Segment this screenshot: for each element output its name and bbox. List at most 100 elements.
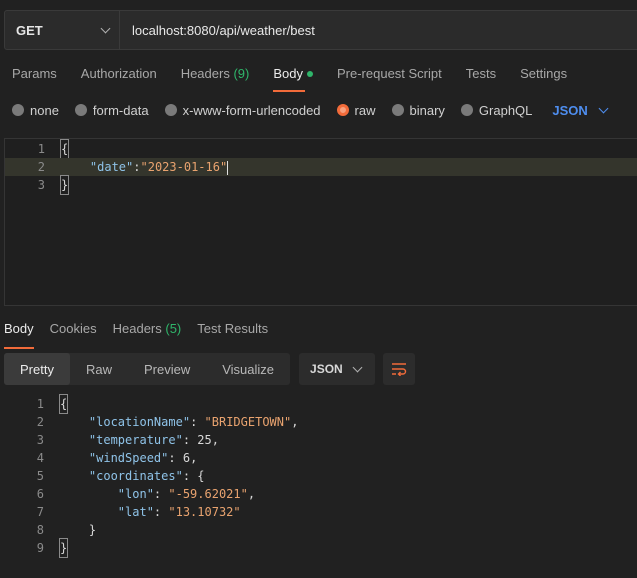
radio-x-www-form-urlencoded[interactable]: x-www-form-urlencoded (164, 102, 321, 118)
json-key: "lon" (117, 487, 154, 501)
body-format-label: JSON (552, 102, 588, 118)
line-number: 9 (36, 541, 44, 555)
line-number: 6 (36, 487, 44, 501)
method-label: GET (16, 22, 43, 38)
radio-label: x-www-form-urlencoded (182, 102, 321, 118)
tab-label: Headers (112, 321, 162, 336)
json-key: "locationName" (88, 415, 191, 429)
tab-label: Headers (180, 66, 230, 81)
code-text: "temperature": 25, (88, 433, 219, 447)
request-body-editor[interactable]: 1 { 2 "date":"2023-01-16" 3 } (4, 138, 637, 306)
tab-label: Body (4, 321, 34, 336)
chevron-down-icon (100, 23, 111, 33)
json-value: "BRIDGETOWN" (204, 415, 292, 429)
radio-selected-icon (336, 104, 349, 116)
code-text: "coordinates": { (88, 469, 205, 483)
json-key: "windSpeed" (88, 451, 169, 465)
radio-binary[interactable]: binary (391, 102, 445, 118)
view-preview-button[interactable]: Preview (128, 353, 206, 385)
tab-response-body[interactable]: Body (4, 321, 34, 349)
radio-icon (12, 104, 24, 116)
line-number: 2 (36, 415, 44, 429)
radio-label: raw (354, 102, 376, 118)
code-line-active: 2 "date":"2023-01-16" (5, 158, 637, 176)
tab-headers[interactable]: Headers (9) (181, 66, 250, 88)
tab-tests[interactable]: Tests (466, 66, 496, 88)
line-number: 8 (36, 523, 44, 537)
radio-none[interactable]: none (12, 103, 59, 118)
code-line: 5 "coordinates": { (4, 467, 637, 485)
body-format-select[interactable]: JSON (552, 102, 609, 118)
response-view-bar: Pretty Raw Preview Visualize JSON (4, 353, 416, 385)
response-tabs: Body Cookies Headers (5) Test Results (4, 321, 284, 349)
code-text: } (60, 521, 96, 539)
tab-body[interactable]: Body (273, 66, 313, 92)
line-number: 3 (36, 433, 44, 447)
modified-dot-icon (306, 70, 313, 77)
url-bar: GET localhost:8080/api/weather/best (4, 10, 637, 50)
code-line: 2 "locationName": "BRIDGETOWN", (4, 413, 637, 431)
view-pretty-button[interactable]: Pretty (4, 353, 70, 385)
json-value: "-59.62021" (168, 487, 248, 501)
response-format-label: JSON (310, 362, 343, 376)
tab-response-headers[interactable]: Headers (5) (113, 321, 182, 343)
radio-label: none (30, 102, 59, 118)
line-number: 1 (36, 397, 44, 411)
tab-authorization[interactable]: Authorization (81, 66, 157, 88)
code-text: "lon": "-59.62021", (117, 487, 256, 501)
tab-label: Body (273, 66, 303, 81)
url-input[interactable]: localhost:8080/api/weather/best (120, 11, 637, 49)
radio-label: GraphQL (478, 102, 533, 118)
json-key: "temperature" (88, 433, 183, 447)
code-text: "date":"2023-01-16" (89, 160, 229, 175)
wrap-lines-icon (392, 363, 407, 376)
code-line: 1 { (5, 139, 637, 159)
radio-icon (164, 104, 177, 116)
line-number: 2 (37, 160, 45, 174)
view-raw-button[interactable]: Raw (70, 353, 128, 385)
tab-test-results[interactable]: Test Results (197, 321, 268, 343)
tab-label: Params (12, 66, 57, 81)
chevron-down-icon (598, 103, 609, 113)
chevron-down-icon (352, 362, 363, 372)
response-body-viewer[interactable]: 1 { 2 "locationName": "BRIDGETOWN", 3 "t… (4, 394, 637, 564)
tab-settings[interactable]: Settings (520, 66, 567, 88)
headers-count: (5) (165, 321, 182, 336)
response-format-select[interactable]: JSON (299, 353, 376, 385)
radio-graphql[interactable]: GraphQL (460, 102, 533, 118)
line-number: 3 (37, 178, 45, 192)
tab-label: Test Results (197, 321, 269, 336)
line-number: 5 (36, 469, 44, 483)
tab-label: Tests (465, 66, 497, 81)
code-text: "windSpeed": 6, (88, 451, 198, 465)
json-value: "13.10732" (168, 505, 241, 519)
code-line: 6 "lon": "-59.62021", (4, 485, 637, 503)
code-line: 9 } (4, 538, 637, 558)
code-line: 8 } (4, 521, 637, 539)
json-brace: } (88, 523, 97, 537)
radio-label: form-data (92, 102, 149, 118)
request-tabs: Params Authorization Headers (9) Body Pr… (12, 66, 591, 92)
json-value: 6 (182, 451, 191, 465)
wrap-lines-button[interactable] (383, 353, 416, 385)
text-cursor (227, 160, 229, 175)
tab-params[interactable]: Params (12, 66, 57, 88)
radio-raw[interactable]: raw (336, 102, 376, 118)
code-line: 7 "lat": "13.10732" (4, 503, 637, 521)
json-key: "lat" (117, 505, 154, 519)
line-number: 7 (36, 505, 44, 519)
method-select[interactable]: GET (5, 11, 120, 49)
json-key: "date" (89, 160, 134, 174)
json-key: "coordinates" (88, 469, 183, 483)
radio-form-data[interactable]: form-data (74, 102, 149, 118)
json-value: "2023-01-16" (140, 160, 228, 174)
code-text: "locationName": "BRIDGETOWN", (88, 415, 299, 429)
tab-pre-request-script[interactable]: Pre-request Script (337, 66, 442, 88)
tab-label: Pre-request Script (336, 66, 442, 81)
view-visualize-button[interactable]: Visualize (206, 353, 290, 385)
code-line: 3 "temperature": 25, (4, 431, 637, 449)
radio-label: binary (409, 102, 445, 118)
tab-cookies[interactable]: Cookies (50, 321, 97, 343)
json-value: 25 (197, 433, 212, 447)
radio-icon (460, 104, 473, 116)
